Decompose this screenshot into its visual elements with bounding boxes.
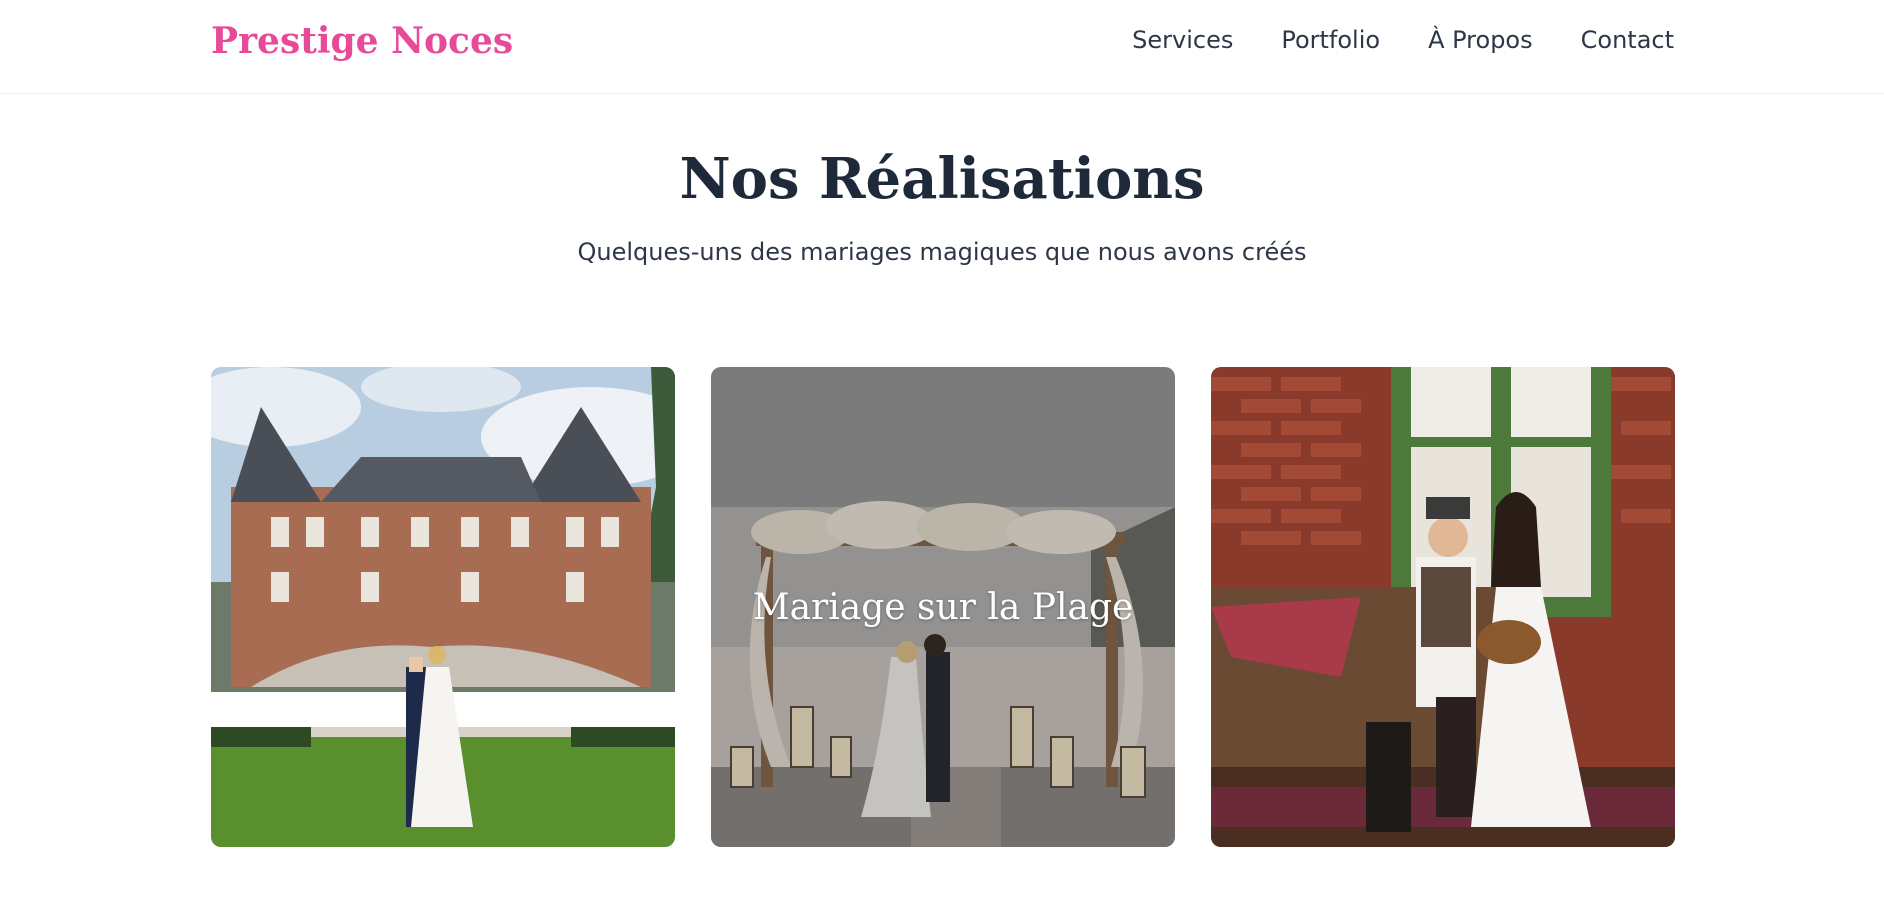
nav-link-services[interactable]: Services (1132, 26, 1233, 54)
brand-logo[interactable]: Prestige Noces (211, 20, 513, 62)
rustic-wedding-photo (1211, 367, 1675, 847)
portfolio-card-chateau[interactable] (211, 367, 675, 847)
nav-menu: Services Portfolio À Propos Contact (1132, 26, 1674, 54)
nav-link-contact[interactable]: Contact (1581, 26, 1674, 54)
portfolio-gallery: Mariage sur la Plage (211, 367, 1675, 847)
card-overlay-title: Mariage sur la Plage (752, 586, 1134, 628)
nav-link-portfolio[interactable]: Portfolio (1281, 26, 1380, 54)
chateau-wedding-photo (211, 367, 675, 847)
portfolio-card-rustic[interactable] (1211, 367, 1675, 847)
section-subtitle: Quelques-uns des mariages magiques que n… (577, 238, 1307, 266)
portfolio-card-beach[interactable]: Mariage sur la Plage (711, 367, 1175, 847)
navbar: Prestige Noces Services Portfolio À Prop… (0, 0, 1884, 94)
section-title: Nos Réalisations (679, 146, 1205, 212)
card-overlay: Mariage sur la Plage (711, 367, 1175, 847)
nav-link-a-propos[interactable]: À Propos (1428, 26, 1533, 54)
